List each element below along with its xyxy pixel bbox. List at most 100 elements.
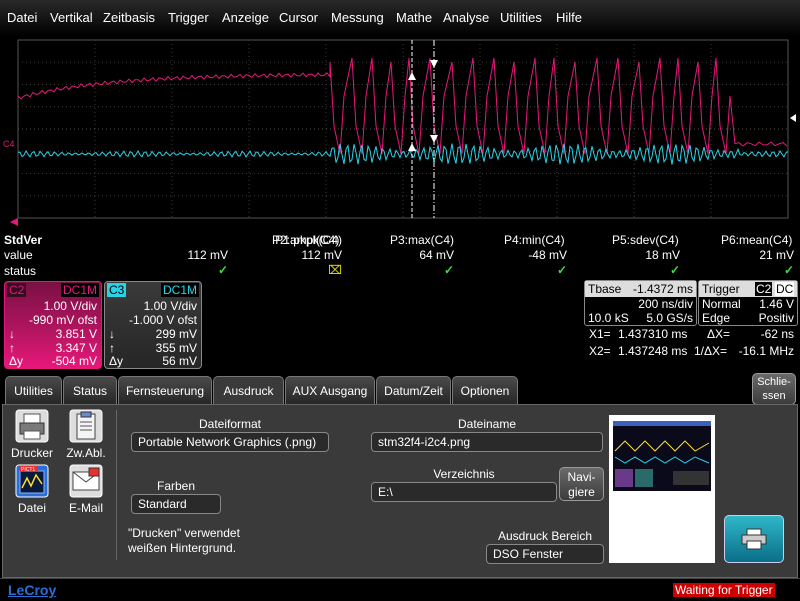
param-p6-value: 21 mV	[759, 248, 794, 262]
menu-mathe[interactable]: Mathe	[396, 10, 432, 25]
colors-select[interactable]: Standard	[131, 494, 221, 514]
clipboard-icon	[69, 409, 103, 443]
cursor-dx-label: ΔX=	[707, 327, 731, 341]
brand-logo: LeCroy	[8, 582, 57, 598]
timebase-label: Tbase	[588, 282, 622, 296]
channel-c3-name: C3	[107, 283, 127, 297]
channel-c3-vdiv: 1.00 V/div	[143, 299, 197, 313]
email-label: E-Mail	[68, 501, 103, 515]
param-p4-value: -48 mV	[528, 248, 567, 262]
measure-row-status: status	[4, 264, 37, 278]
close-button[interactable]: Schlie- ssen	[752, 373, 796, 405]
file-label: Datei	[17, 501, 46, 515]
print-preview	[609, 415, 715, 563]
trigger-box[interactable]: Trigger C2 DC Normal 1.46 V Edge Positiv	[698, 280, 798, 326]
channel-c2-up-icon: ↑	[9, 341, 15, 355]
menu-messung[interactable]: Messung	[331, 10, 384, 25]
close-label-1: Schlie-	[757, 376, 791, 388]
measure-row-value: value	[4, 248, 33, 262]
channel-c3-down-icon: ↓	[109, 327, 115, 341]
tab-optionen[interactable]: Optionen	[452, 376, 518, 404]
file-icon-text: PICT1	[21, 467, 35, 473]
menu-hilfe[interactable]: Hilfe	[556, 10, 582, 25]
param-p2-value: 112 mV	[301, 248, 342, 262]
clipboard-button[interactable]: Zw.Abl.	[62, 409, 110, 460]
panel-divider	[116, 410, 117, 560]
channel-c3-offset: -1.000 V ofst	[128, 313, 197, 327]
waveform-grid[interactable]: C4	[0, 36, 800, 230]
directory-label: Verzeichnis	[433, 467, 495, 481]
param-p1-value: 112 mV	[187, 248, 228, 262]
menu-analyse[interactable]: Analyse	[443, 10, 489, 25]
directory-input[interactable]: E:\	[371, 482, 557, 502]
channel-c3-dy-label: Δy	[109, 354, 124, 368]
trigger-level-marker	[790, 114, 796, 122]
tab-utilities[interactable]: Utilities	[5, 376, 62, 404]
menu-utilities[interactable]: Utilities	[500, 10, 542, 25]
tab-aux-ausgang[interactable]: AUX Ausgang	[285, 376, 375, 404]
param-p6-name[interactable]: P6:mean(C4)	[721, 233, 792, 247]
print-area-select[interactable]: DSO Fenster	[486, 544, 604, 564]
status-bar: LeCroy Waiting for Trigger	[0, 578, 800, 601]
param-p4-name[interactable]: P4:min(C4)	[504, 233, 565, 247]
browse-button[interactable]: Navi- giere	[559, 467, 604, 501]
print-button[interactable]	[724, 515, 784, 563]
channel-c2-offset: -990 mV ofst	[28, 313, 97, 327]
channel-c3-down-value: 299 mV	[155, 327, 197, 341]
trigger-coupling: DC	[775, 282, 795, 296]
browse-label-1: Navi-	[567, 470, 596, 484]
channel-c2-dy-label: Δy	[9, 354, 24, 368]
trigger-source: C2	[755, 282, 773, 296]
printer-button[interactable]: Drucker	[10, 409, 54, 460]
param-p5-status: ✓	[669, 263, 680, 277]
tab-datum-zeit[interactable]: Datum/Zeit	[376, 376, 451, 404]
cursor-x1-label: X1=	[589, 327, 611, 341]
timebase-rate: 5.0 GS/s	[646, 311, 693, 325]
param-p2-status: ⌧	[328, 263, 342, 277]
channel-c2-name: C2	[7, 283, 27, 297]
file-icon: PICT1	[15, 464, 49, 498]
menu-datei[interactable]: Datei	[7, 10, 37, 25]
param-p5-value: 18 mV	[645, 248, 680, 262]
trigger-time-marker	[10, 218, 18, 226]
trigger-slope: Positiv	[758, 311, 794, 325]
param-p1-status: ✓	[217, 263, 228, 277]
channel-c2-box[interactable]: C2 DC1M 1.00 V/div -990 mV ofst ↓ 3.851 V…	[4, 281, 102, 369]
timebase-box[interactable]: Tbase -1.4372 ms 200 ns/div 10.0 kS 5.0 …	[584, 280, 697, 326]
email-button[interactable]: E-Mail	[62, 464, 110, 515]
param-p2-name[interactable]: P2:ampl(C4)	[272, 233, 339, 247]
param-p4-status: ✓	[556, 263, 567, 277]
menu-anzeige[interactable]: Anzeige	[222, 10, 269, 25]
trigger-type: Edge	[702, 311, 731, 325]
menu-cursor[interactable]: Cursor	[279, 10, 318, 25]
channel-c4-marker: C4	[3, 139, 15, 149]
timebase-tdiv: 200 ns/div	[638, 297, 693, 311]
filename-input[interactable]: stm32f4-i2c4.png	[371, 432, 603, 452]
param-p5-name[interactable]: P5:sdev(C4)	[612, 233, 679, 247]
print-note-1: "Drucken" verwendet	[128, 526, 240, 540]
tab-fernsteuerung[interactable]: Fernsteuerung	[118, 376, 212, 404]
trigger-mode: Normal	[702, 297, 741, 311]
menu-zeitbasis[interactable]: Zeitbasis	[103, 10, 155, 25]
channel-c2-dy-value: -504 mV	[51, 354, 97, 368]
tab-status[interactable]: Status	[63, 376, 117, 404]
menu-trigger[interactable]: Trigger	[168, 10, 209, 25]
param-p3-value: 64 mV	[419, 248, 454, 262]
clipboard-label: Zw.Abl.	[66, 446, 106, 460]
tab-ausdruck[interactable]: Ausdruck	[213, 376, 284, 406]
menu-bar: Datei Vertikal Zeitbasis Trigger Anzeige…	[0, 0, 800, 36]
cursor-inv-label: 1/ΔX=	[694, 344, 728, 358]
channel-c3-box[interactable]: C3 DC1M 1.00 V/div -1.000 V ofst ↓ 299 mV…	[104, 281, 202, 369]
trigger-status: Waiting for Trigger	[673, 583, 775, 597]
file-button[interactable]: PICT1 Datei	[10, 464, 54, 515]
channel-c2-down-value: 3.851 V	[55, 327, 97, 341]
trigger-label: Trigger	[702, 282, 740, 296]
format-select[interactable]: Portable Network Graphics (.png)	[131, 432, 329, 452]
print-note-2: weißen Hintergrund.	[128, 541, 237, 555]
timebase-samples: 10.0 kS	[588, 311, 629, 325]
measure-head: StdVer	[4, 233, 43, 247]
param-p3-name[interactable]: P3:max(C4)	[390, 233, 454, 247]
format-label: Dateiformat	[198, 417, 262, 431]
timebase-offset: -1.4372 ms	[632, 282, 693, 296]
menu-vertikal[interactable]: Vertikal	[50, 10, 93, 25]
